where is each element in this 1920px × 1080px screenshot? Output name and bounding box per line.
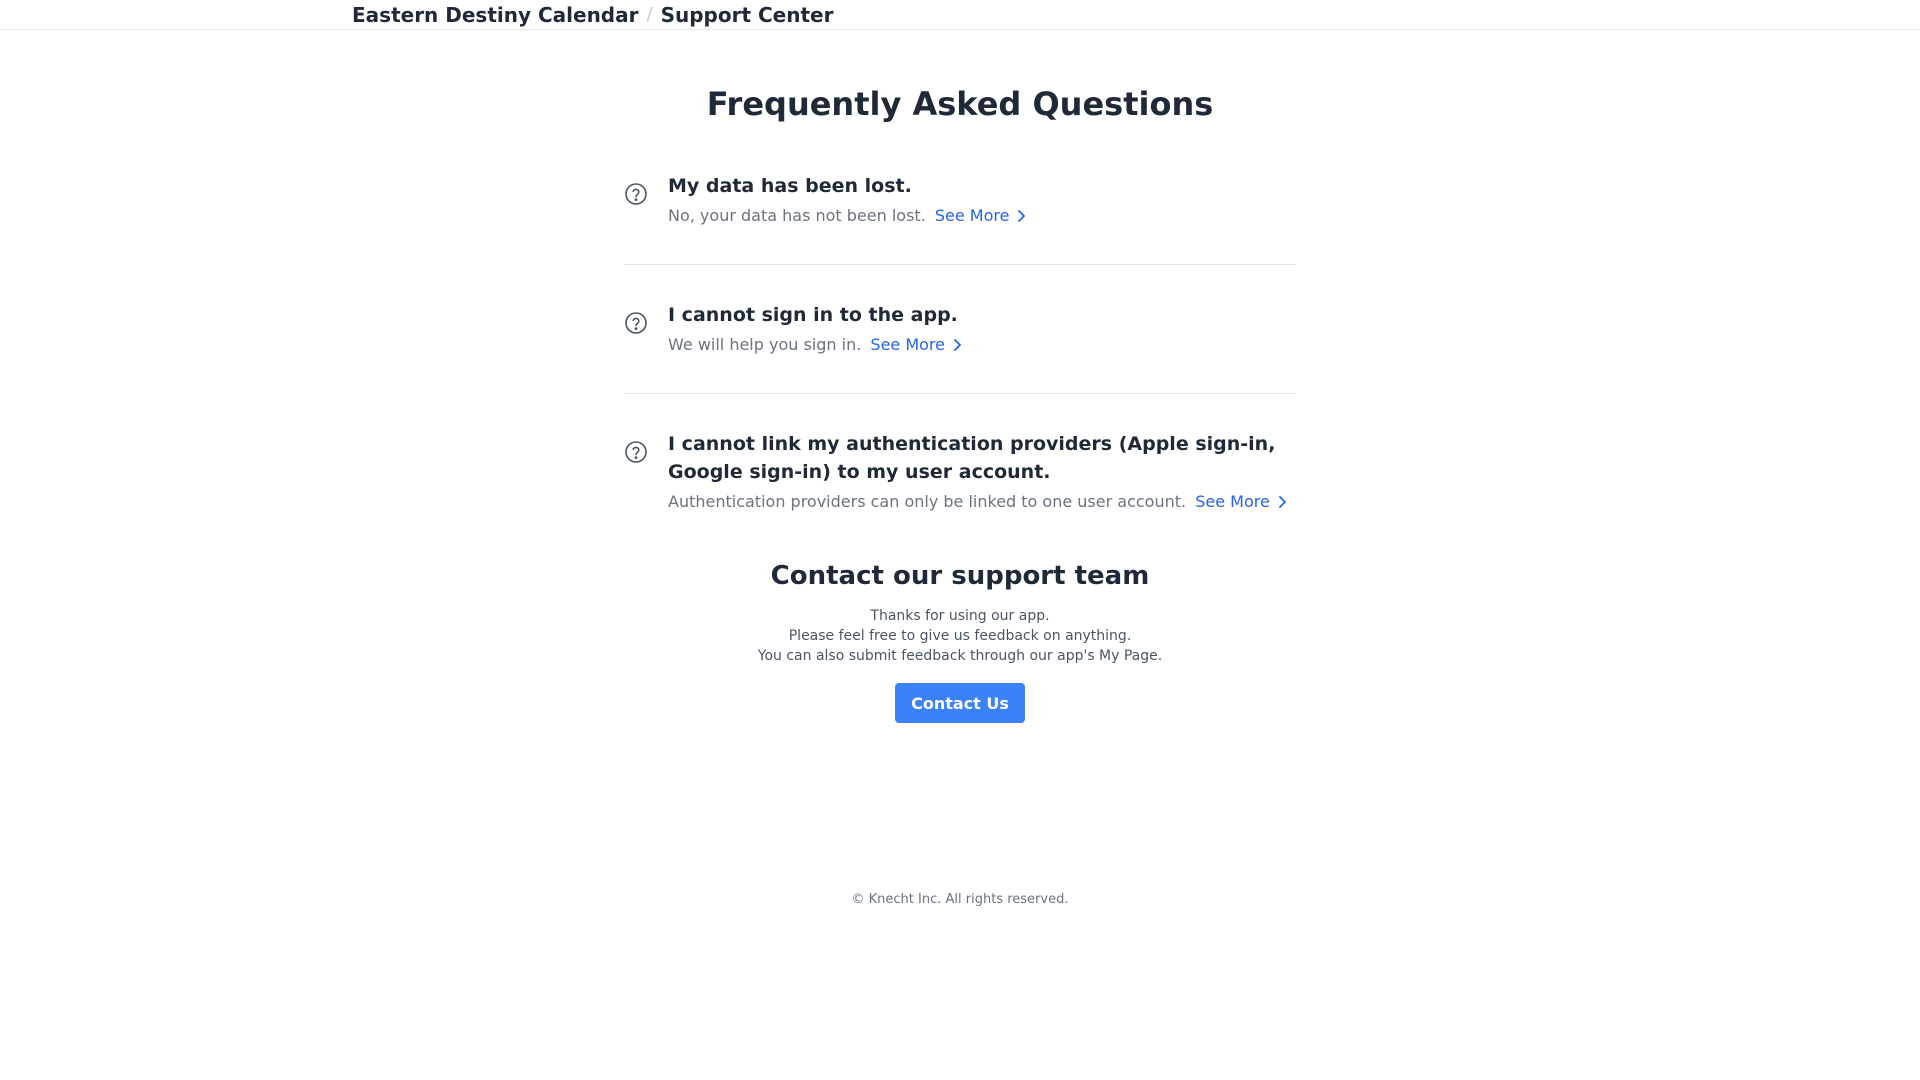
faq-answer: Authentication providers can only be lin…	[668, 488, 1296, 516]
faq-answer-text: We will help you sign in.	[668, 335, 862, 354]
question-circle-icon	[625, 183, 647, 205]
faq-answer: No, your data has not been lost. See Mor…	[668, 202, 1296, 230]
faq-question: I cannot link my authentication provider…	[668, 433, 1276, 483]
see-more-label: See More	[934, 206, 1010, 225]
chevron-right-icon	[1018, 210, 1026, 222]
faq-list: My data has been lost. No, your data has…	[624, 172, 1296, 516]
contact-title: Contact our support team	[770, 561, 1150, 591]
breadcrumb-support-center[interactable]: Support Center	[661, 3, 834, 27]
question-circle-icon	[625, 312, 647, 334]
breadcrumb-separator: /	[646, 4, 653, 25]
see-more-label: See More	[1195, 492, 1270, 511]
chevron-right-icon	[1278, 496, 1286, 508]
chevron-right-icon	[954, 339, 961, 351]
faq-item-sign-in: I cannot sign in to the app. We will hel…	[624, 301, 1296, 394]
faq-question: I cannot sign in to the app.	[668, 304, 958, 326]
question-circle-icon	[625, 441, 647, 463]
see-more-label: See More	[870, 335, 945, 354]
faq-answer-text: No, your data has not been lost.	[668, 206, 926, 225]
faq-item-link-providers: I cannot link my authentication provider…	[624, 430, 1296, 516]
faq-title: Frequently Asked Questions	[706, 85, 1214, 123]
breadcrumb: Eastern Destiny Calendar / Support Cente…	[352, 3, 833, 27]
contact-line: You can also submit feedback through our…	[757, 648, 1163, 664]
see-more-link[interactable]: See More	[1195, 488, 1290, 516]
footer-copyright: © Knecht Inc. All rights reserved.	[851, 892, 1069, 907]
see-more-link[interactable]: See More	[935, 202, 1030, 230]
contact-us-button[interactable]: Contact Us	[895, 683, 1025, 723]
faq-answer-text: Authentication providers can only be lin…	[668, 492, 1187, 511]
breadcrumb-app-name[interactable]: Eastern Destiny Calendar	[352, 3, 638, 27]
faq-item-data-lost: My data has been lost. No, your data has…	[624, 172, 1296, 265]
see-more-link[interactable]: See More	[870, 331, 965, 359]
contact-description: Thanks for using our app. Please feel fr…	[0, 606, 1920, 666]
contact-line: Please feel free to give us feedback on …	[788, 628, 1132, 644]
contact-line: Thanks for using our app.	[870, 608, 1050, 624]
faq-answer: We will help you sign in. See More	[668, 331, 1296, 359]
top-bar: Eastern Destiny Calendar / Support Cente…	[0, 0, 1920, 30]
faq-question: My data has been lost.	[668, 175, 912, 197]
